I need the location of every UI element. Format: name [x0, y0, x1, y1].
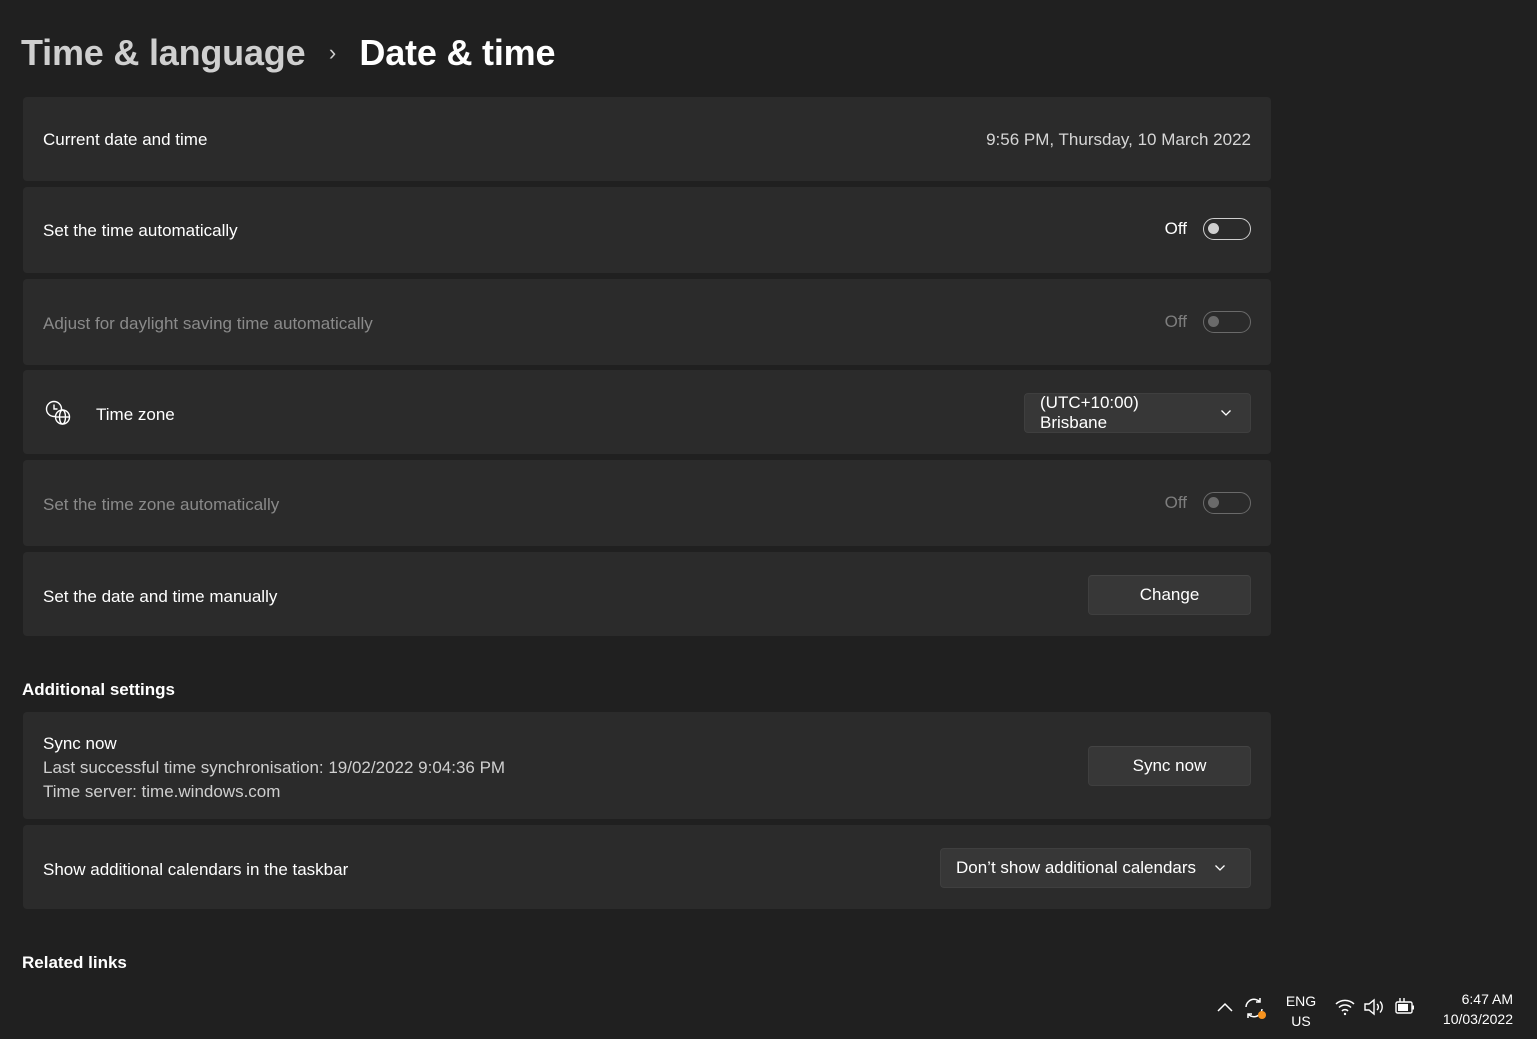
last-sync-text: Last successful time synchronisation: 19… [43, 758, 506, 777]
daylight-saving-toggle[interactable] [1203, 311, 1251, 333]
daylight-saving-card: Adjust for daylight saving time automati… [23, 279, 1271, 365]
time-zone-dropdown[interactable]: (UTC+10:00) Brisbane [1024, 393, 1251, 433]
toggle-knob [1208, 316, 1219, 327]
sync-card: Sync now Last successful time synchronis… [23, 712, 1271, 819]
toggle-knob [1208, 497, 1219, 508]
chevron-down-icon [1214, 862, 1226, 874]
set-time-auto-toggle-group: Off [1165, 218, 1251, 240]
time-zone-auto-label: Set the time zone automatically [43, 495, 280, 514]
set-time-auto-card: Set the time automatically Off [23, 187, 1271, 273]
calendars-card: Show additional calendars in the taskbar… [23, 825, 1271, 909]
current-datetime-label: Current date and time [43, 130, 208, 149]
chevron-down-icon [1220, 407, 1232, 419]
system-tray: ENG US 6:47 AM 10/03/2022 [1197, 979, 1537, 1039]
time-zone-auto-toggle-group: Off [1165, 492, 1251, 514]
time-zone-auto-card: Set the time zone automatically Off [23, 460, 1271, 546]
time-zone-card: Time zone (UTC+10:00) Brisbane [23, 370, 1271, 454]
time-zone-auto-state: Off [1164, 493, 1187, 512]
sync-status-icon[interactable] [1242, 995, 1268, 1021]
calendars-selected: Don’t show additional calendars [956, 858, 1197, 877]
time-server-text: Time server: time.windows.com [43, 782, 281, 801]
toggle-knob [1208, 223, 1219, 234]
current-datetime-value: 9:56 PM, Thursday, 10 March 2022 [986, 130, 1251, 149]
taskbar-clock[interactable]: 6:47 AM 10/03/2022 [1443, 989, 1513, 1029]
sync-info: Sync now Last successful time synchronis… [43, 732, 505, 804]
sync-now-button[interactable]: Sync now [1088, 746, 1251, 786]
battery-charging-icon[interactable] [1393, 996, 1417, 1018]
input-language-indicator[interactable]: ENG US [1281, 991, 1321, 1031]
taskbar-date: 10/03/2022 [1442, 1011, 1513, 1027]
set-time-auto-state: Off [1164, 219, 1187, 238]
additional-settings-heading: Additional settings [22, 680, 175, 699]
time-zone-selected: (UTC+10:00) Brisbane [1040, 393, 1139, 432]
breadcrumb-parent-link[interactable]: Time & language [21, 32, 306, 74]
wifi-icon[interactable] [1334, 996, 1356, 1018]
related-links-heading: Related links [22, 953, 127, 972]
volume-icon[interactable] [1363, 996, 1387, 1018]
lang-region: US [1291, 1013, 1311, 1029]
calendars-label: Show additional calendars in the taskbar [43, 860, 349, 879]
daylight-saving-label: Adjust for daylight saving time automati… [43, 314, 373, 333]
set-time-auto-label: Set the time automatically [43, 221, 238, 240]
change-button[interactable]: Change [1088, 575, 1251, 615]
time-zone-label: Time zone [96, 405, 175, 424]
current-datetime-card: Current date and time 9:56 PM, Thursday,… [23, 97, 1271, 181]
page-title: Date & time [359, 32, 556, 73]
taskbar-time: 6:47 AM [1461, 991, 1513, 1007]
calendars-dropdown[interactable]: Don’t show additional calendars [940, 848, 1251, 888]
clock-globe-icon [44, 399, 72, 427]
lang-code: ENG [1285, 993, 1317, 1009]
settings-page: Time & language › Date & time Current da… [0, 0, 1537, 1039]
breadcrumb-separator-icon: › [328, 40, 336, 65]
manual-datetime-label: Set the date and time manually [43, 587, 278, 606]
time-zone-auto-toggle[interactable] [1203, 492, 1251, 514]
breadcrumb: Time & language › Date & time [21, 28, 555, 78]
daylight-saving-state: Off [1164, 312, 1187, 331]
daylight-saving-toggle-group: Off [1165, 311, 1251, 333]
manual-datetime-card: Set the date and time manually Change [23, 552, 1271, 636]
show-hidden-icons-chevron-up-icon[interactable] [1215, 997, 1235, 1017]
set-time-auto-toggle[interactable] [1203, 218, 1251, 240]
sync-label: Sync now [43, 734, 117, 753]
